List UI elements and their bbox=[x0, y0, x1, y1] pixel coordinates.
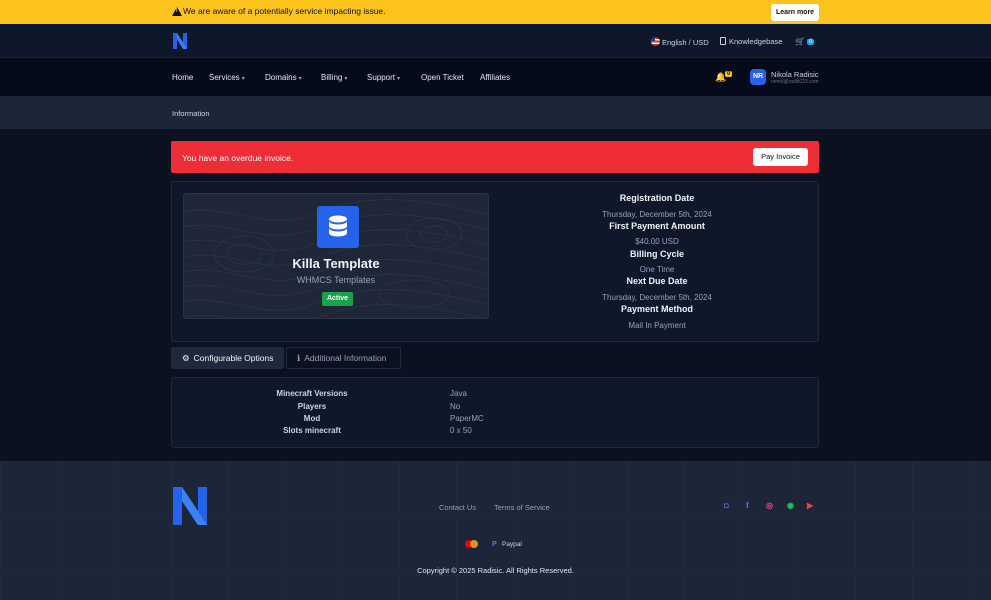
nav-item-billing[interactable]: Billing ▾ bbox=[321, 73, 347, 82]
cart-icon: 🛒 bbox=[795, 37, 805, 46]
paypal-icon: P bbox=[492, 541, 497, 548]
footer: Contact Us Terms of Service ◘ f ◎ ◉ ▶ P … bbox=[0, 461, 991, 600]
nav-item-domains[interactable]: Domains ▾ bbox=[265, 73, 302, 82]
product-group: WHMCS Templates bbox=[296, 275, 376, 285]
footer-logo-icon[interactable] bbox=[171, 485, 209, 527]
grid-pattern bbox=[0, 461, 991, 600]
detail-value: Thursday, December 5th, 2024 bbox=[602, 293, 712, 302]
nav-label: Billing bbox=[321, 73, 343, 82]
chevron-down-icon: ▾ bbox=[241, 76, 245, 82]
nav-item-services[interactable]: Services ▾ bbox=[209, 73, 245, 82]
language-label: English / USD bbox=[662, 38, 709, 47]
option-value: PaperMC bbox=[450, 414, 484, 423]
nav-label: Domains bbox=[265, 73, 297, 82]
chevron-down-icon: ▾ bbox=[397, 76, 401, 82]
user-email: nemo@radis023.com bbox=[771, 79, 819, 85]
payment-method-label: Paypal bbox=[502, 541, 522, 548]
warning-icon bbox=[172, 7, 182, 16]
breadcrumb-bar: Information bbox=[0, 96, 991, 129]
option-name: Slots minecraft bbox=[283, 426, 341, 435]
cubes-icon: ⚙ bbox=[182, 353, 190, 363]
nav-item-home[interactable]: Home bbox=[172, 73, 193, 82]
knowledgebase-link[interactable]: Knowledgebase bbox=[720, 37, 782, 46]
copyright: Copyright © 2025 Radisic. All Rights Res… bbox=[417, 566, 574, 575]
option-value: No bbox=[450, 402, 461, 411]
detail-label: Payment Method bbox=[620, 304, 693, 314]
option-name: Minecraft Versions bbox=[276, 389, 348, 398]
discord-icon[interactable]: ◘ bbox=[724, 501, 729, 510]
user-name[interactable]: Nikola Radisic bbox=[771, 70, 819, 79]
product-card: Killa Template WHMCS Templates Active Re… bbox=[171, 181, 819, 342]
option-name: Mod bbox=[303, 414, 321, 423]
nav-label: Support bbox=[367, 73, 396, 82]
whatsapp-icon[interactable]: ◉ bbox=[787, 501, 794, 510]
breadcrumb: Information bbox=[172, 109, 210, 118]
cart-count-badge: 0 bbox=[806, 39, 815, 45]
tab-additional-information[interactable]: ℹ Additional Information bbox=[286, 347, 401, 369]
top-header: English / USD Knowledgebase 🛒 0 bbox=[0, 24, 991, 58]
detail-value: Thursday, December 5th, 2024 bbox=[602, 210, 712, 219]
detail-value: Mail In Payment bbox=[628, 321, 686, 330]
product-name: Killa Template bbox=[292, 256, 380, 271]
tab-label: Configurable Options bbox=[193, 353, 274, 363]
option-value: Java bbox=[450, 389, 467, 398]
nav-label: Services bbox=[209, 73, 240, 82]
alert-message: You have an overdue invoice. bbox=[182, 153, 294, 163]
detail-label: Next Due Date bbox=[626, 276, 688, 286]
mastercard-icon bbox=[465, 540, 478, 548]
notification-count-badge: 0 bbox=[725, 71, 733, 77]
terms-of-service-link[interactable]: Terms of Service bbox=[494, 503, 550, 512]
detail-label: Billing Cycle bbox=[629, 249, 684, 259]
logo-icon[interactable] bbox=[172, 32, 188, 50]
configurable-options-panel: Minecraft Versions Java Players No Mod P… bbox=[171, 377, 819, 448]
status-badge: Active bbox=[322, 292, 353, 306]
option-name: Players bbox=[297, 402, 327, 411]
book-icon bbox=[720, 37, 726, 45]
detail-value: $40.00 USD bbox=[635, 237, 679, 246]
chevron-down-icon: ▾ bbox=[344, 76, 348, 82]
facebook-icon[interactable]: f bbox=[746, 501, 749, 510]
youtube-icon[interactable]: ▶ bbox=[807, 501, 813, 510]
chevron-down-icon: ▾ bbox=[298, 76, 302, 82]
nav-label: Open Ticket bbox=[421, 73, 464, 82]
us-flag-icon bbox=[651, 37, 660, 46]
tab-configurable-options[interactable]: ⚙ Configurable Options bbox=[171, 347, 284, 369]
detail-label: Registration Date bbox=[619, 193, 695, 203]
learn-more-button[interactable]: Learn more bbox=[771, 4, 819, 21]
detail-value: One Time bbox=[639, 265, 675, 274]
overdue-alert: You have an overdue invoice. Pay Invoice bbox=[171, 141, 819, 173]
product-panel: Killa Template WHMCS Templates Active bbox=[183, 193, 489, 319]
nav-item-open-ticket[interactable]: Open Ticket bbox=[421, 73, 464, 82]
knowledgebase-label: Knowledgebase bbox=[729, 37, 783, 46]
nav-label: Affiliates bbox=[480, 73, 511, 82]
cart-button[interactable]: 🛒 0 bbox=[795, 37, 815, 46]
language-selector[interactable]: English / USD bbox=[651, 37, 709, 47]
announcement-text: We are aware of a potentially service im… bbox=[183, 6, 386, 16]
nav-item-support[interactable]: Support ▾ bbox=[367, 73, 400, 82]
instagram-icon[interactable]: ◎ bbox=[766, 501, 773, 510]
tab-label: Additional Information bbox=[304, 353, 387, 363]
contact-us-link[interactable]: Contact Us bbox=[439, 503, 476, 512]
main-nav: Home Services ▾ Domains ▾ Billing ▾ Support… bbox=[0, 58, 991, 96]
nav-label: Home bbox=[172, 73, 194, 82]
announcement-bar: We are aware of a potentially service im… bbox=[0, 0, 991, 24]
option-value: 0 x 50 bbox=[450, 426, 472, 435]
avatar[interactable]: NR bbox=[750, 69, 766, 85]
pay-invoice-button[interactable]: Pay Invoice bbox=[753, 148, 808, 166]
detail-label: First Payment Amount bbox=[609, 221, 705, 231]
database-icon bbox=[317, 206, 359, 248]
info-icon: ℹ bbox=[297, 353, 301, 363]
nav-item-affiliates[interactable]: Affiliates bbox=[480, 73, 510, 82]
